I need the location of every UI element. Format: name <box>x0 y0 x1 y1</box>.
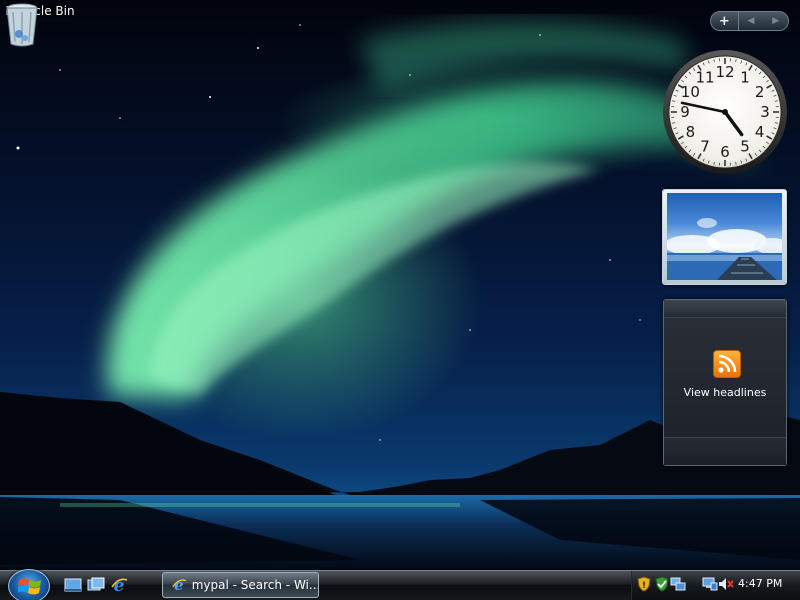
volume-muted-icon[interactable] <box>718 576 734 592</box>
network-icon[interactable] <box>670 576 686 592</box>
display-icon[interactable] <box>702 576 718 592</box>
rss-icon <box>713 350 741 378</box>
clock-gadget[interactable]: 12 1 2 3 4 5 6 7 8 9 10 11 <box>661 48 789 176</box>
clock-numeral: 11 <box>695 68 714 86</box>
internet-explorer-icon: e <box>172 577 187 593</box>
clock-numeral: 5 <box>740 138 750 156</box>
recycle-bin-desktop-icon[interactable]: Recycle Bin <box>4 2 76 72</box>
analog-clock: 12 1234567891011 <box>663 50 787 174</box>
taskbar-clock[interactable]: 4:47 PM <box>738 577 782 590</box>
clock-numeral: 3 <box>760 103 770 121</box>
security-shield-icon[interactable]: ! <box>636 576 652 592</box>
internet-explorer-icon[interactable]: e <box>110 576 128 596</box>
clock-numeral: 1 <box>740 68 750 86</box>
clock-numeral: 9 <box>680 103 690 121</box>
windows-update-icon[interactable] <box>654 576 670 592</box>
clock-numeral: 6 <box>720 143 730 161</box>
start-button[interactable] <box>8 569 50 600</box>
show-desktop-icon[interactable] <box>64 576 82 594</box>
clock-numeral: 4 <box>755 123 765 141</box>
switch-windows-icon[interactable] <box>87 576 105 594</box>
clock-numeral: 7 <box>700 138 710 156</box>
view-headlines-link[interactable]: View headlines <box>664 386 786 399</box>
previous-page-button[interactable]: ◀ <box>739 12 764 30</box>
add-gadget-button[interactable]: + <box>711 12 739 30</box>
next-page-button[interactable]: ▶ <box>763 12 788 30</box>
clock-numeral: 2 <box>755 83 765 101</box>
recycle-bin-icon <box>6 3 38 47</box>
feed-headlines-gadget[interactable]: View headlines <box>663 299 787 466</box>
clock-numeral: 8 <box>686 123 696 141</box>
slideshow-photo <box>667 193 782 280</box>
slideshow-gadget[interactable] <box>662 189 787 285</box>
taskbar-button-label: mypal - Search - Wi... <box>191 578 318 592</box>
clock-numeral: 12 <box>715 63 734 81</box>
sidebar-toolbar: + ◀ ▶ <box>710 11 789 31</box>
taskbar-button-internet-explorer[interactable]: e mypal - Search - Wi... <box>162 572 319 598</box>
windows-logo-icon <box>18 578 41 595</box>
svg-text:!: ! <box>642 581 646 591</box>
